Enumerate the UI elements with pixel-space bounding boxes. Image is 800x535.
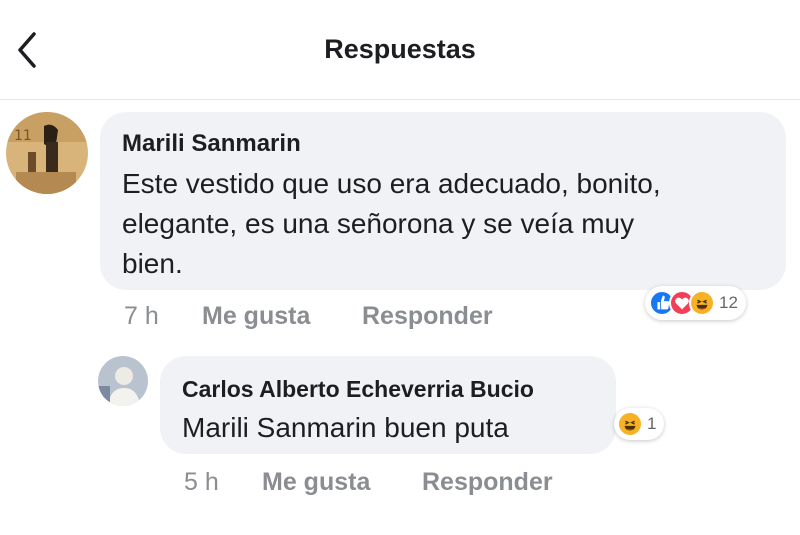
reaction-count: 1 — [647, 414, 657, 433]
like-button[interactable]: Me gusta — [202, 302, 310, 331]
reply-author[interactable]: Carlos Alberto Echeverria Bucio — [182, 376, 534, 403]
reaction-summary[interactable]: 12 — [645, 286, 746, 320]
reaction-count: 12 — [719, 293, 738, 312]
haha-icon — [689, 290, 715, 316]
top-bar: Respuestas — [0, 0, 800, 100]
reply-reaction-summary[interactable]: 1 — [614, 408, 665, 440]
avatar[interactable]: 11 — [6, 112, 88, 194]
like-button[interactable]: Me gusta — [262, 468, 370, 497]
avatar-image: 11 — [6, 112, 88, 194]
comment-timestamp: 7 h — [124, 302, 159, 330]
haha-icon — [617, 411, 643, 437]
avatar[interactable] — [98, 356, 148, 406]
avatar-image — [98, 356, 148, 406]
reply-text: Marili Sanmarin buen puta — [182, 412, 509, 443]
comment-text-line: bien. — [122, 248, 183, 279]
reply-bubble: Carlos Alberto Echeverria Bucio Marili S… — [160, 356, 616, 454]
comment-bubble: Marili Sanmarin Este vestido que uso era… — [100, 112, 786, 290]
comment-author[interactable]: Marili Sanmarin — [122, 130, 301, 158]
comment-text-line: elegante, es una señorona y se veía muy — [122, 208, 635, 239]
reply-button[interactable]: Responder — [422, 468, 553, 497]
svg-text:11: 11 — [14, 128, 32, 144]
reply-button[interactable]: Responder — [362, 302, 493, 331]
page-title: Respuestas — [324, 34, 476, 64]
comment-text-line: Este vestido que uso era adecuado, bonit… — [122, 168, 661, 199]
reply-timestamp: 5 h — [184, 468, 219, 496]
